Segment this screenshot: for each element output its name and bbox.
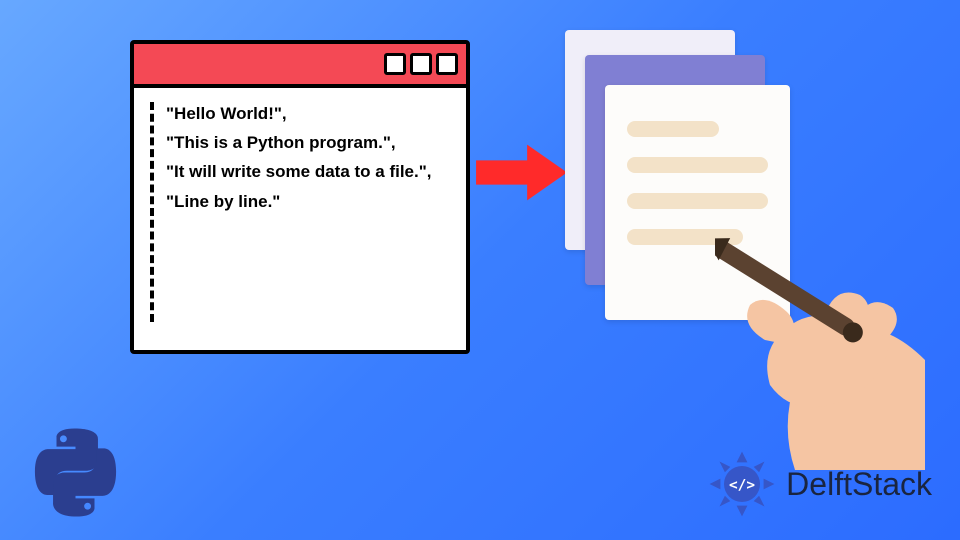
text-line-icon [627, 193, 768, 209]
window-control-icon [384, 53, 406, 75]
hand-writing-icon [715, 230, 925, 470]
code-line: "Hello World!", [166, 100, 432, 127]
code-body: "Hello World!", "This is a Python progra… [134, 88, 466, 350]
window-control-icon [410, 53, 432, 75]
python-logo-icon [28, 425, 123, 520]
code-line: "This is a Python program.", [166, 129, 432, 156]
code-line: "It will write some data to a file.", [166, 158, 432, 185]
code-window: "Hello World!", "This is a Python progra… [130, 40, 470, 354]
text-line-icon [627, 157, 768, 173]
code-lines: "Hello World!", "This is a Python progra… [166, 100, 432, 322]
svg-text:</>: </> [729, 477, 755, 493]
titlebar [134, 44, 466, 88]
margin-rule-icon [150, 102, 154, 322]
delftstack-logo-icon: </> [706, 448, 778, 520]
code-line: "Line by line." [166, 188, 432, 215]
window-control-icon [436, 53, 458, 75]
text-line-icon [627, 121, 719, 137]
brand-name: DelftStack [786, 466, 932, 503]
brand: </> DelftStack [706, 448, 932, 520]
